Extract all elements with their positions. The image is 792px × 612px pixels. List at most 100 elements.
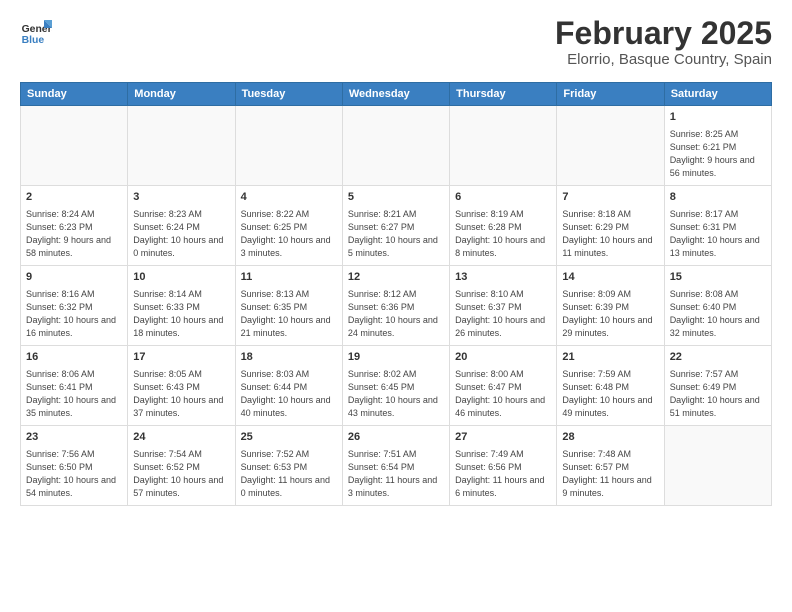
- day-info: Sunrise: 8:14 AM Sunset: 6:33 PM Dayligh…: [133, 289, 226, 339]
- day-number: 24: [133, 430, 229, 445]
- day-of-week-friday: Friday: [557, 83, 664, 106]
- calendar-cell: 17 Sunrise: 8:05 AM Sunset: 6:43 PM Dayli…: [128, 346, 235, 426]
- calendar-title: February 2025: [555, 16, 772, 51]
- day-number: 18: [241, 350, 337, 365]
- day-number: 23: [26, 430, 122, 445]
- calendar-cell: 22Sunrise: 7:57 AM Sunset: 6:49 PM Dayli…: [664, 346, 771, 426]
- day-number: 12: [348, 270, 444, 285]
- day-info: Sunrise: 8:25 AM Sunset: 6:21 PM Dayligh…: [670, 129, 758, 179]
- day-info: Sunrise: 8:08 AM Sunset: 6:40 PM Dayligh…: [670, 289, 763, 339]
- day-of-week-sunday: Sunday: [21, 83, 128, 106]
- calendar-cell: 18 Sunrise: 8:03 AM Sunset: 6:44 PM Dayli…: [235, 346, 342, 426]
- day-of-week-thursday: Thursday: [450, 83, 557, 106]
- calendar-cell: 19 Sunrise: 8:02 AM Sunset: 6:45 PM Dayli…: [342, 346, 449, 426]
- day-number: 1: [670, 110, 766, 125]
- calendar-cell: 7Sunrise: 8:18 AM Sunset: 6:29 PM Daylig…: [557, 186, 664, 266]
- day-info: Sunrise: 8:21 AM Sunset: 6:27 PM Dayligh…: [348, 209, 441, 259]
- day-info: Sunrise: 8:05 AM Sunset: 6:43 PM Dayligh…: [133, 369, 226, 419]
- calendar-cell: 4 Sunrise: 8:22 AM Sunset: 6:25 PM Daylig…: [235, 186, 342, 266]
- day-info: Sunrise: 7:49 AM Sunset: 6:56 PM Dayligh…: [455, 449, 547, 499]
- calendar-cell: 11 Sunrise: 8:13 AM Sunset: 6:35 PM Dayli…: [235, 266, 342, 346]
- calendar-cell: 21 Sunrise: 7:59 AM Sunset: 6:48 PM Dayli…: [557, 346, 664, 426]
- day-info: Sunrise: 8:17 AM Sunset: 6:31 PM Dayligh…: [670, 209, 763, 259]
- day-number: 28: [562, 430, 658, 445]
- calendar-cell: 1 Sunrise: 8:25 AM Sunset: 6:21 PM Daylig…: [664, 106, 771, 186]
- day-number: 14: [562, 270, 658, 285]
- day-of-week-monday: Monday: [128, 83, 235, 106]
- day-info: Sunrise: 7:54 AM Sunset: 6:52 PM Dayligh…: [133, 449, 226, 499]
- calendar-cell: [235, 106, 342, 186]
- day-info: Sunrise: 8:00 AM Sunset: 6:47 PM Dayligh…: [455, 369, 548, 419]
- day-number: 17: [133, 350, 229, 365]
- day-number: 16: [26, 350, 122, 365]
- day-number: 3: [133, 190, 229, 205]
- calendar-cell: [450, 106, 557, 186]
- day-info: Sunrise: 8:22 AM Sunset: 6:25 PM Dayligh…: [241, 209, 334, 259]
- calendar-cell: 28 Sunrise: 7:48 AM Sunset: 6:57 PM Dayli…: [557, 426, 664, 506]
- calendar-cell: [342, 106, 449, 186]
- day-number: 15: [670, 270, 766, 285]
- calendar-cell: 12 Sunrise: 8:12 AM Sunset: 6:36 PM Dayli…: [342, 266, 449, 346]
- day-info: Sunrise: 7:56 AM Sunset: 6:50 PM Dayligh…: [26, 449, 119, 499]
- day-number: 19: [348, 350, 444, 365]
- calendar-cell: [557, 106, 664, 186]
- day-number: 6: [455, 190, 551, 205]
- day-info: Sunrise: 8:03 AM Sunset: 6:44 PM Dayligh…: [241, 369, 334, 419]
- day-info: Sunrise: 7:52 AM Sunset: 6:53 PM Dayligh…: [241, 449, 333, 499]
- calendar-cell: 9 Sunrise: 8:16 AM Sunset: 6:32 PM Daylig…: [21, 266, 128, 346]
- day-number: 8: [670, 190, 766, 205]
- svg-text:Blue: Blue: [22, 35, 45, 46]
- calendar-cell: 16Sunrise: 8:06 AM Sunset: 6:41 PM Dayli…: [21, 346, 128, 426]
- day-number: 26: [348, 430, 444, 445]
- day-number: 13: [455, 270, 551, 285]
- day-number: 2: [26, 190, 122, 205]
- day-info: Sunrise: 8:19 AM Sunset: 6:28 PM Dayligh…: [455, 209, 548, 259]
- calendar-cell: 13 Sunrise: 8:10 AM Sunset: 6:37 PM Dayli…: [450, 266, 557, 346]
- calendar-cell: [21, 106, 128, 186]
- calendar-cell: 23 Sunrise: 7:56 AM Sunset: 6:50 PM Dayli…: [21, 426, 128, 506]
- calendar-cell: 14 Sunrise: 8:09 AM Sunset: 6:39 PM Dayli…: [557, 266, 664, 346]
- day-info: Sunrise: 8:12 AM Sunset: 6:36 PM Dayligh…: [348, 289, 441, 339]
- calendar-cell: 3 Sunrise: 8:23 AM Sunset: 6:24 PM Daylig…: [128, 186, 235, 266]
- day-number: 25: [241, 430, 337, 445]
- calendar-cell: 26 Sunrise: 7:51 AM Sunset: 6:54 PM Dayli…: [342, 426, 449, 506]
- calendar-cell: 15 Sunrise: 8:08 AM Sunset: 6:40 PM Dayli…: [664, 266, 771, 346]
- calendar-cell: 5Sunrise: 8:21 AM Sunset: 6:27 PM Daylig…: [342, 186, 449, 266]
- calendar-cell: [128, 106, 235, 186]
- day-number: 11: [241, 270, 337, 285]
- day-info: Sunrise: 8:09 AM Sunset: 6:39 PM Dayligh…: [562, 289, 655, 339]
- day-info: Sunrise: 7:51 AM Sunset: 6:54 PM Dayligh…: [348, 449, 440, 499]
- day-of-week-wednesday: Wednesday: [342, 83, 449, 106]
- day-number: 27: [455, 430, 551, 445]
- day-number: 20: [455, 350, 551, 365]
- logo: General Blue: [20, 16, 56, 48]
- day-number: 9: [26, 270, 122, 285]
- calendar-table: SundayMondayTuesdayWednesdayThursdayFrid…: [20, 82, 772, 506]
- day-number: 22: [670, 350, 766, 365]
- calendar-header: February 2025 Elorrio, Basque Country, S…: [555, 16, 772, 68]
- day-info: Sunrise: 8:18 AM Sunset: 6:29 PM Dayligh…: [562, 209, 655, 259]
- calendar-cell: 20 Sunrise: 8:00 AM Sunset: 6:47 PM Dayli…: [450, 346, 557, 426]
- calendar-cell: 2 Sunrise: 8:24 AM Sunset: 6:23 PM Daylig…: [21, 186, 128, 266]
- day-number: 10: [133, 270, 229, 285]
- calendar-cell: [664, 426, 771, 506]
- day-info: Sunrise: 8:16 AM Sunset: 6:32 PM Dayligh…: [26, 289, 119, 339]
- day-info: Sunrise: 7:59 AM Sunset: 6:48 PM Dayligh…: [562, 369, 655, 419]
- calendar-cell: 10 Sunrise: 8:14 AM Sunset: 6:33 PM Dayli…: [128, 266, 235, 346]
- day-of-week-tuesday: Tuesday: [235, 83, 342, 106]
- day-info: Sunrise: 8:13 AM Sunset: 6:35 PM Dayligh…: [241, 289, 334, 339]
- calendar-cell: 6 Sunrise: 8:19 AM Sunset: 6:28 PM Daylig…: [450, 186, 557, 266]
- day-info: Sunrise: 8:23 AM Sunset: 6:24 PM Dayligh…: [133, 209, 226, 259]
- day-info: Sunrise: 8:02 AM Sunset: 6:45 PM Dayligh…: [348, 369, 441, 419]
- calendar-subtitle: Elorrio, Basque Country, Spain: [555, 51, 772, 68]
- day-of-week-saturday: Saturday: [664, 83, 771, 106]
- calendar-cell: 27 Sunrise: 7:49 AM Sunset: 6:56 PM Dayli…: [450, 426, 557, 506]
- day-info: Sunrise: 8:10 AM Sunset: 6:37 PM Dayligh…: [455, 289, 548, 339]
- calendar-cell: 25 Sunrise: 7:52 AM Sunset: 6:53 PM Dayli…: [235, 426, 342, 506]
- day-number: 21: [562, 350, 658, 365]
- calendar-cell: 24 Sunrise: 7:54 AM Sunset: 6:52 PM Dayli…: [128, 426, 235, 506]
- day-info: Sunrise: 7:48 AM Sunset: 6:57 PM Dayligh…: [562, 449, 654, 499]
- calendar-cell: 8 Sunrise: 8:17 AM Sunset: 6:31 PM Daylig…: [664, 186, 771, 266]
- day-info: Sunrise: 8:24 AM Sunset: 6:23 PM Dayligh…: [26, 209, 114, 259]
- day-number: 4: [241, 190, 337, 205]
